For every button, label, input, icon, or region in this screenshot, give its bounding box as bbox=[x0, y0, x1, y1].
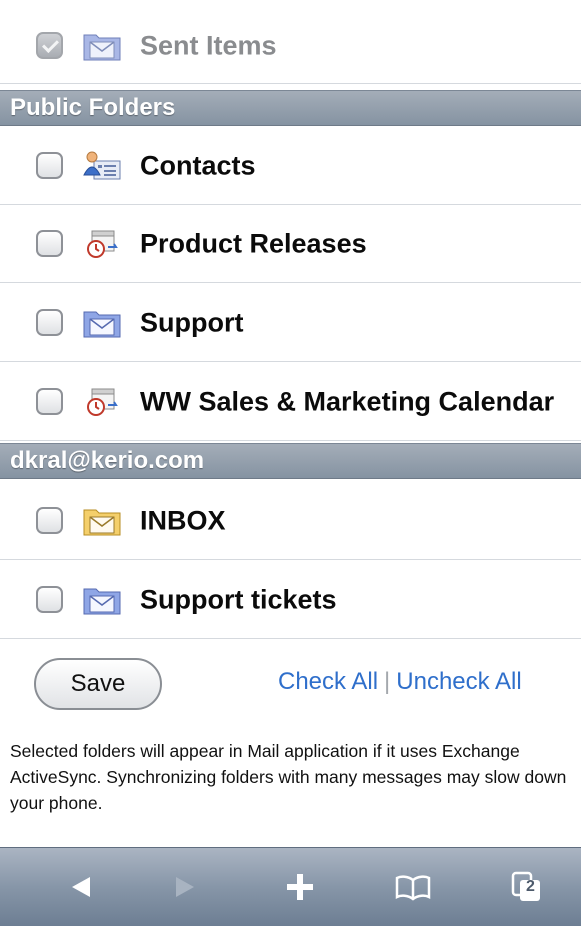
calendar-folder-icon bbox=[87, 230, 118, 258]
folder-checkbox[interactable] bbox=[36, 309, 63, 336]
bookmarks-icon bbox=[395, 875, 431, 901]
inbox-folder-icon bbox=[83, 509, 121, 535]
mail-folder-icon bbox=[83, 588, 121, 614]
folder-checkbox[interactable] bbox=[36, 230, 63, 257]
folder-row-ww-sales-marketing-calendar[interactable]: WW Sales & Marketing Calendar bbox=[0, 363, 581, 441]
folder-label: Sent Items bbox=[140, 30, 277, 60]
folder-checkbox[interactable] bbox=[36, 507, 63, 534]
folder-row-inbox[interactable]: INBOX bbox=[0, 482, 581, 560]
folder-row-product-releases[interactable]: Product Releases bbox=[0, 205, 581, 283]
folder-row-contacts[interactable]: Contacts bbox=[0, 127, 581, 205]
folder-label: Support tickets bbox=[140, 584, 337, 614]
folder-label: Support bbox=[140, 307, 244, 337]
folder-checkbox[interactable] bbox=[36, 388, 63, 415]
link-separator: | bbox=[384, 668, 391, 695]
folder-checkbox[interactable] bbox=[36, 586, 63, 613]
back-arrow-icon bbox=[72, 877, 90, 897]
mail-folder-icon bbox=[83, 34, 121, 60]
plus-icon bbox=[287, 874, 313, 900]
section-header-account: dkral@kerio.com bbox=[0, 443, 581, 479]
uncheck-all-link[interactable]: Uncheck All bbox=[396, 668, 521, 695]
back-button[interactable] bbox=[56, 848, 106, 926]
contacts-folder-icon bbox=[83, 151, 121, 179]
folder-checkbox[interactable] bbox=[36, 32, 63, 59]
check-all-link[interactable]: Check All bbox=[278, 668, 378, 695]
forward-button[interactable] bbox=[160, 848, 210, 926]
folder-label: INBOX bbox=[140, 505, 226, 535]
save-button[interactable]: Save bbox=[34, 658, 162, 710]
section-header-public-folders: Public Folders bbox=[0, 90, 581, 126]
folder-checkbox[interactable] bbox=[36, 152, 63, 179]
sync-note: Selected folders will appear in Mail app… bbox=[10, 741, 567, 813]
forward-arrow-icon bbox=[176, 877, 194, 897]
folder-label: Product Releases bbox=[140, 228, 367, 258]
pages-button[interactable]: 2 bbox=[502, 848, 552, 926]
add-bookmark-button[interactable] bbox=[275, 848, 325, 926]
folder-row-support[interactable]: Support bbox=[0, 284, 581, 362]
folder-label: WW Sales & Marketing Calendar bbox=[140, 386, 555, 416]
folder-row-sent-items[interactable]: Sent Items bbox=[0, 8, 581, 84]
bookmarks-button[interactable] bbox=[383, 848, 443, 926]
mail-folder-icon bbox=[83, 311, 121, 337]
folder-row-support-tickets[interactable]: Support tickets bbox=[0, 561, 581, 639]
pages-count: 2 bbox=[526, 878, 535, 895]
check-links: Check All | Uncheck All bbox=[278, 668, 522, 696]
calendar-folder-icon bbox=[87, 388, 118, 416]
browser-toolbar: 2 bbox=[0, 847, 581, 926]
folder-label: Contacts bbox=[140, 150, 256, 180]
